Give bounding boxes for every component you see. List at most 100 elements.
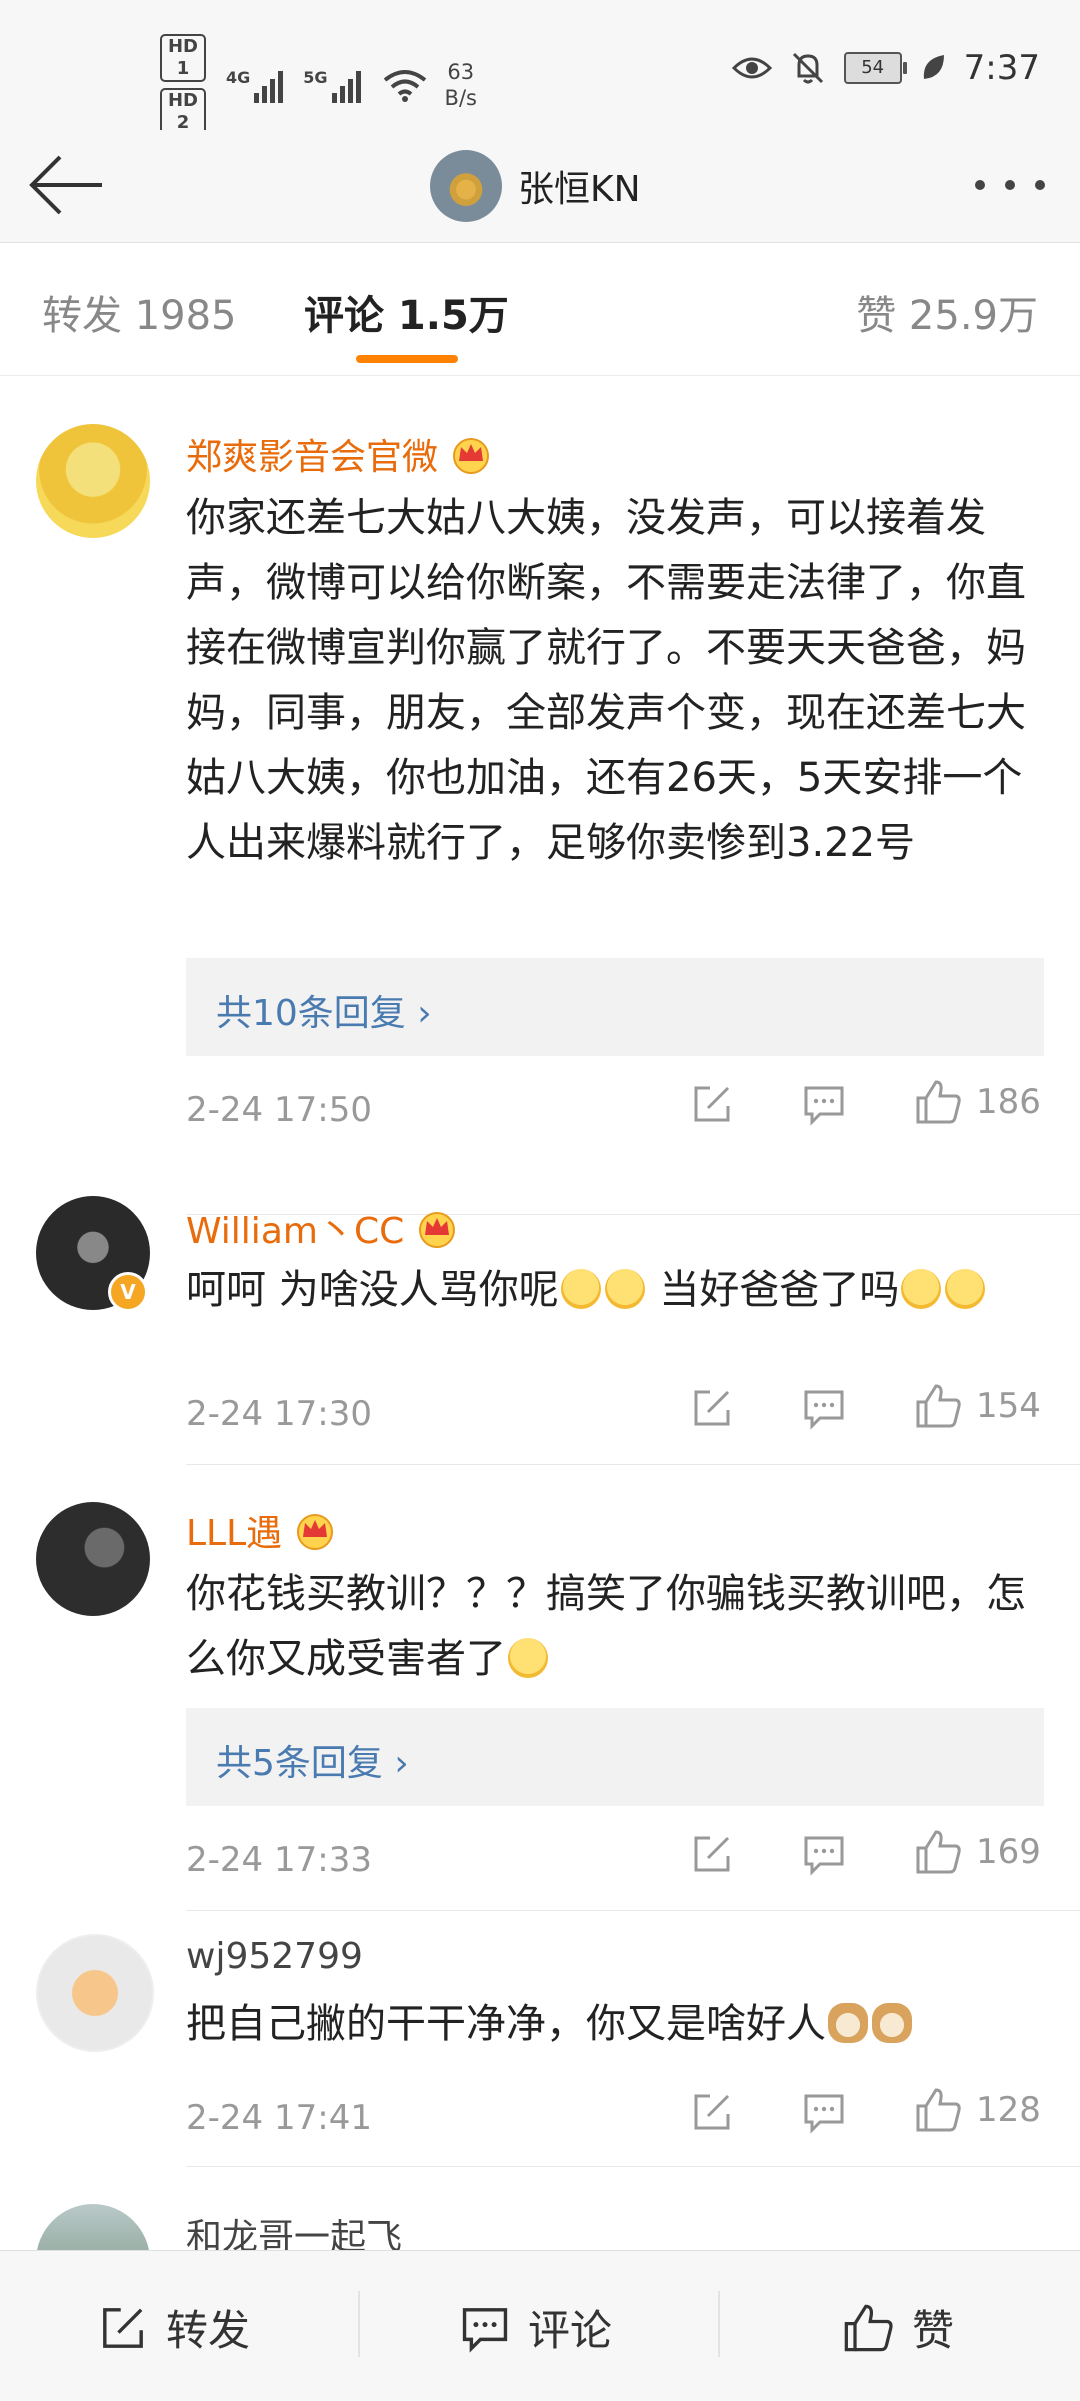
comment-text: 你花钱买教训？？？搞笑了你骗钱买教训吧，怎么你又成受害者了 bbox=[186, 1562, 1046, 1692]
replies-box[interactable]: 共5条回复 › bbox=[186, 1708, 1044, 1806]
thumbs-up-icon[interactable] bbox=[914, 1078, 962, 1126]
eye-icon bbox=[731, 57, 772, 79]
back-arrow-icon[interactable] bbox=[26, 150, 106, 220]
avatar[interactable] bbox=[36, 1934, 154, 2052]
share-icon[interactable] bbox=[690, 1832, 734, 1876]
comment-user[interactable]: 郑爽影音会官微 bbox=[186, 428, 492, 480]
status-bar: HD 1 HD 2 4G 5G 63 B/s 54 7:37 bbox=[0, 0, 1080, 136]
comment-icon[interactable] bbox=[802, 2090, 846, 2134]
comment-time: 2-24 17:33 bbox=[186, 1840, 372, 1880]
net-5g-label: 5G bbox=[303, 67, 328, 87]
nav-avatar[interactable] bbox=[430, 150, 502, 222]
comment-icon[interactable] bbox=[802, 1832, 846, 1876]
like-bottom-button[interactable]: 赞 bbox=[842, 2297, 954, 2358]
share-icon[interactable] bbox=[690, 1386, 734, 1430]
clock: 7:37 bbox=[963, 48, 1040, 88]
net-4g-label: 4G bbox=[226, 67, 251, 87]
thumbs-up-icon[interactable] bbox=[914, 1828, 962, 1876]
repost-button[interactable]: 转发 bbox=[98, 2297, 250, 2358]
comment-icon[interactable] bbox=[802, 1082, 846, 1126]
more-icon[interactable] bbox=[970, 170, 1050, 200]
speed-value: 63 bbox=[447, 60, 475, 84]
like-label: 赞 bbox=[912, 2306, 955, 2355]
tab-comments[interactable]: 评论 1.5万 bbox=[304, 283, 509, 341]
hd-indicators: HD 1 HD 2 bbox=[160, 34, 206, 136]
cat-emoji-icon bbox=[872, 2003, 912, 2043]
nav-title: 张恒KN bbox=[518, 169, 641, 210]
share-icon[interactable] bbox=[690, 1082, 734, 1126]
like-button[interactable]: 154 bbox=[914, 1382, 1041, 1430]
like-button[interactable]: 186 bbox=[914, 1078, 1041, 1126]
comment-text-part1: 呵呵 为啥没人骂你呢 bbox=[186, 1267, 559, 1313]
comment-text-body: 你花钱买教训？？？搞笑了你骗钱买教训吧，怎么你又成受害者了 bbox=[186, 1571, 1026, 1682]
bottom-action-bar: 转发 评论 赞 bbox=[0, 2250, 1080, 2401]
comment-username[interactable]: 郑爽影音会官微 bbox=[186, 428, 438, 480]
comment-text: 呵呵 为啥没人骂你呢 当好爸爸了吗 bbox=[186, 1258, 1046, 1323]
comment-user[interactable]: William丶CC bbox=[186, 1202, 458, 1254]
separator bbox=[718, 2291, 720, 2357]
comment-user[interactable]: LLL遇 bbox=[186, 1504, 336, 1556]
avatar[interactable] bbox=[36, 424, 150, 538]
verified-badge-icon: V bbox=[108, 1272, 148, 1312]
comment-text-part2: 当好爸爸了吗 bbox=[646, 1267, 900, 1313]
comment-username[interactable]: wj952799 bbox=[186, 1936, 363, 1977]
replies-link[interactable]: 共10条回复 › bbox=[216, 984, 432, 1036]
avatar[interactable] bbox=[36, 1502, 150, 1616]
divider bbox=[186, 1910, 1080, 1911]
like-button[interactable]: 128 bbox=[914, 2086, 1041, 2134]
signal-5g: 5G bbox=[303, 67, 361, 103]
active-tab-indicator bbox=[356, 355, 458, 363]
comment-time: 2-24 17:41 bbox=[186, 2098, 372, 2138]
laugh-emoji-icon bbox=[604, 1269, 645, 1309]
leaf-icon bbox=[923, 55, 944, 79]
like-button[interactable]: 169 bbox=[914, 1828, 1041, 1876]
replies-link[interactable]: 共5条回复 › bbox=[216, 1734, 409, 1786]
crown-icon bbox=[453, 438, 490, 474]
nav-bar: 张恒KN bbox=[0, 130, 1080, 243]
hd2-indicator: HD 2 bbox=[160, 88, 206, 136]
signal-4g: 4G bbox=[226, 67, 284, 103]
share-icon[interactable] bbox=[98, 2303, 148, 2353]
status-left: HD 1 HD 2 4G 5G 63 B/s bbox=[160, 34, 477, 136]
comment-username[interactable]: William丶CC bbox=[186, 1202, 404, 1254]
like-count: 169 bbox=[976, 1832, 1041, 1872]
comment-label: 评论 bbox=[528, 2306, 613, 2355]
like-count: 128 bbox=[976, 2090, 1041, 2130]
comment-text: 你家还差七大姑八大姨，没发声，可以接着发声，微博可以给你断案，不需要走法律了，你… bbox=[186, 495, 1026, 866]
comment-icon[interactable] bbox=[802, 1386, 846, 1430]
laugh-emoji-icon bbox=[560, 1269, 601, 1309]
comment-text-body: 把自己撇的干干净净，你又是啥好人 bbox=[186, 2001, 826, 2047]
comment-user[interactable]: wj952799 bbox=[186, 1936, 363, 1977]
network-speed: 63 B/s bbox=[445, 59, 477, 111]
tab-repost[interactable]: 转发 1985 bbox=[42, 283, 237, 341]
status-right: 54 7:37 bbox=[731, 48, 1040, 88]
share-icon[interactable] bbox=[690, 2090, 734, 2134]
repost-label: 转发 bbox=[166, 2306, 251, 2355]
thumbs-up-icon[interactable] bbox=[914, 1382, 962, 1430]
tab-likes[interactable]: 赞 25.9万 bbox=[856, 283, 1038, 341]
comment-text: 把自己撇的干干净净，你又是啥好人 bbox=[186, 1992, 1046, 2057]
comment-time: 2-24 17:30 bbox=[186, 1394, 372, 1434]
comment-time: 2-24 17:50 bbox=[186, 1090, 372, 1130]
cat-emoji-icon bbox=[828, 2003, 868, 2043]
signal-bars-icon bbox=[331, 69, 361, 103]
laugh-emoji-icon bbox=[901, 1269, 942, 1309]
nav-user[interactable]: 张恒KN bbox=[430, 140, 641, 232]
mute-bell-icon bbox=[792, 52, 823, 84]
thumbs-up-icon[interactable] bbox=[914, 2086, 962, 2134]
comment-button[interactable]: 评论 bbox=[460, 2297, 612, 2358]
divider bbox=[186, 2166, 1080, 2167]
crown-icon bbox=[419, 1212, 456, 1248]
wifi-icon bbox=[383, 70, 426, 102]
like-count: 186 bbox=[976, 1082, 1041, 1122]
separator bbox=[358, 2291, 360, 2357]
like-count: 154 bbox=[976, 1386, 1041, 1426]
tab-bar: 转发 1985 评论 1.5万 赞 25.9万 bbox=[0, 243, 1080, 376]
thumbs-up-icon[interactable] bbox=[842, 2302, 894, 2354]
hd1-indicator: HD 1 bbox=[160, 34, 206, 82]
crown-icon bbox=[297, 1514, 334, 1550]
signal-bars-icon bbox=[254, 69, 284, 103]
comment-icon[interactable] bbox=[460, 2303, 510, 2353]
comment-username[interactable]: LLL遇 bbox=[186, 1504, 282, 1556]
replies-box[interactable]: 共10条回复 › bbox=[186, 958, 1044, 1056]
